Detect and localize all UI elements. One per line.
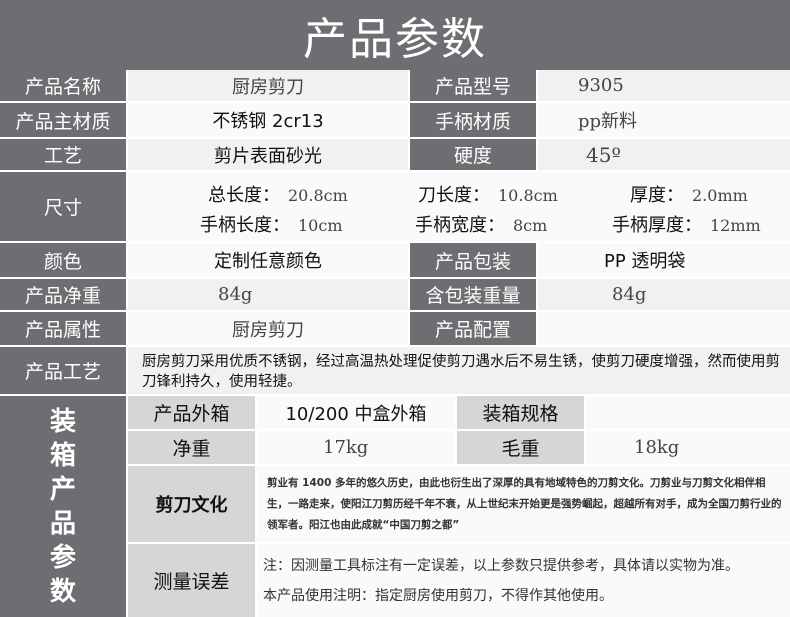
value-hardness: 45º (538, 139, 790, 170)
value-gross-weight: 18kg (586, 431, 790, 464)
value-packaging: PP 透明袋 (538, 243, 790, 277)
blade-length: 刀长度： 10.8cm (418, 185, 558, 206)
label-hardness: 硬度 (410, 139, 536, 170)
thickness: 厚度： 2.0mm (630, 185, 748, 206)
value-packed-weight: 84g (538, 279, 790, 310)
notes-panel: 注：因测量工具标注有一定误差，以上参数只提供参考，具体请以实物为准。 本产品使用… (257, 544, 790, 617)
label-attribute: 产品属性 (0, 312, 126, 345)
handle-length: 手柄长度： 10cm (200, 215, 343, 236)
total-length: 总长度： 20.8cm (208, 185, 348, 206)
label-model: 产品型号 (410, 70, 536, 101)
label-product-name: 产品名称 (0, 70, 126, 101)
label-size: 尺寸 (0, 172, 126, 241)
handle-thickness: 手柄厚度： 12mm (612, 215, 761, 236)
label-main-material: 产品主材质 (0, 103, 126, 137)
value-product-name: 厨房剪刀 (128, 70, 408, 101)
value-packing-spec (586, 396, 790, 429)
value-color: 定制任意颜色 (128, 243, 408, 277)
label-gross-weight: 毛重 (457, 431, 584, 464)
handle-width: 手柄宽度： 8cm (415, 215, 548, 236)
label-packaging: 产品包装 (410, 243, 536, 277)
measurement-note: 注：因测量工具标注有一定误差，以上参数只提供参考，具体请以实物为准。 (263, 557, 739, 574)
value-box-net-weight: 17kg (257, 431, 455, 464)
packing-side-label: 装 箱 产 品 参 数 (0, 396, 126, 617)
label-box-net-weight: 净重 (128, 431, 255, 464)
label-packed-weight: 含包装重量 (410, 279, 536, 310)
usage-note: 本产品使用注明：指定厨房使用剪刀，不得作其他使用。 (263, 587, 613, 604)
label-net-weight: 产品净重 (0, 279, 126, 310)
value-craft: 剪片表面砂光 (128, 139, 408, 170)
value-outer-box: 10/200 中盒外箱 (257, 396, 455, 429)
label-configuration: 产品配置 (410, 312, 536, 345)
value-net-weight: 84g (128, 279, 408, 310)
label-culture: 剪刀文化 (128, 466, 255, 542)
value-culture: 剪业有 1400 多年的悠久历史，由此也衍生出了深厚的具有地域特色的刀剪文化。刀… (257, 466, 790, 542)
label-process: 产品工艺 (0, 347, 126, 394)
label-packing-spec: 装箱规格 (457, 396, 584, 429)
value-main-material: 不锈钢 2cr13 (128, 103, 408, 137)
value-process: 厨房剪刀采用优质不锈钢，经过高温热处理促使剪刀遇水后不易生锈，使剪刀硬度增强，然… (128, 347, 790, 394)
label-craft: 工艺 (0, 139, 126, 170)
value-model: 9305 (538, 70, 790, 101)
label-measurement-error: 测量误差 (128, 544, 255, 617)
page-title: 产品参数 (0, 0, 790, 70)
value-handle-material: pp新料 (538, 103, 790, 137)
label-outer-box: 产品外箱 (128, 396, 255, 429)
label-color: 颜色 (0, 243, 126, 277)
label-handle-material: 手柄材质 (410, 103, 536, 137)
value-configuration (538, 312, 790, 345)
value-attribute: 厨房剪刀 (128, 312, 408, 345)
